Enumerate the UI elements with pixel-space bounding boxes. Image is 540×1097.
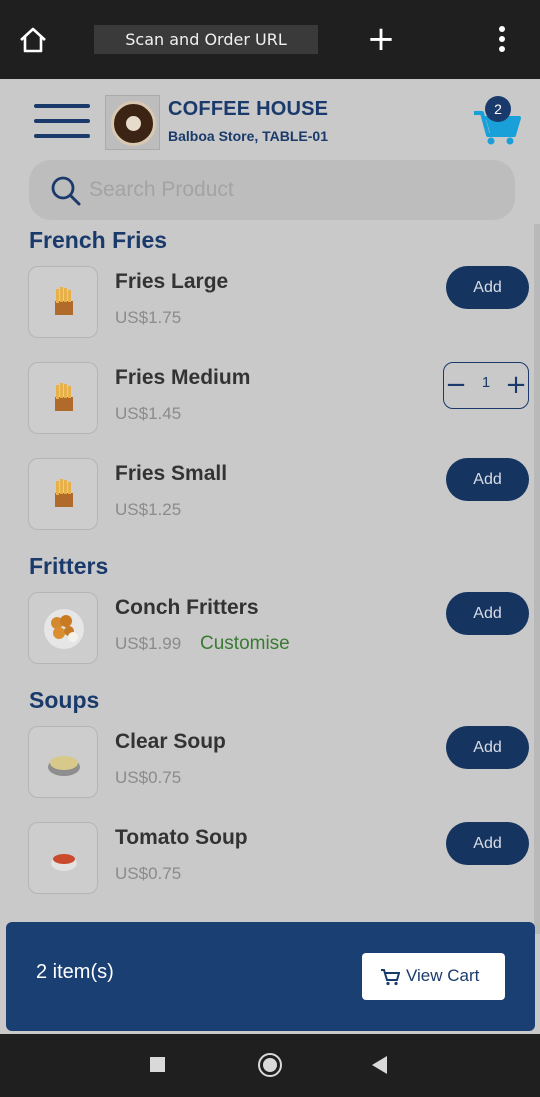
home-circle-icon[interactable] (258, 1053, 282, 1077)
soup-image (28, 822, 98, 894)
customise-link[interactable]: Customise (200, 633, 290, 655)
new-tab-plus-icon[interactable]: + (366, 22, 396, 56)
fries-image (28, 266, 98, 338)
item-price: US$1.25 (115, 500, 182, 519)
fritters-image (28, 592, 98, 664)
item-price: US$0.75 (115, 768, 182, 787)
soup-image (28, 726, 98, 798)
cart-item-count: 2 item(s) (36, 961, 114, 983)
search-input[interactable] (89, 172, 489, 208)
search-bar (29, 160, 515, 220)
item-name: Conch Fritters (115, 596, 259, 619)
item-price: US$1.99 (115, 634, 182, 653)
add-button[interactable]: Add (446, 592, 529, 635)
store-logo (105, 95, 160, 150)
recents-square-icon[interactable] (150, 1057, 165, 1072)
item-name: Fries Small (115, 462, 228, 485)
list-item[interactable]: Fries Large US$1.75 Add (28, 266, 533, 340)
list-item[interactable]: Tomato Soup US$0.75 Add (28, 822, 533, 896)
list-item[interactable]: Conch Fritters US$1.99 Customise Add (28, 592, 533, 666)
url-title[interactable]: Scan and Order URL (94, 25, 318, 54)
browser-top-bar: Scan and Order URL + (0, 0, 540, 79)
search-icon (51, 176, 81, 206)
item-name: Fries Medium (115, 366, 251, 389)
quantity-stepper: − 1 + (443, 362, 529, 409)
category-soups: Soups (29, 687, 100, 713)
add-button[interactable]: Add (446, 822, 529, 865)
store-table-label: Balboa Store, TABLE-01 (168, 128, 328, 144)
item-price: US$1.75 (115, 308, 182, 327)
add-button[interactable]: Add (446, 266, 529, 309)
fries-image (28, 362, 98, 434)
view-cart-label: View Cart (406, 966, 480, 985)
increment-button[interactable]: + (504, 368, 528, 402)
decrement-button[interactable]: − (444, 368, 468, 402)
item-name: Fries Large (115, 270, 229, 293)
item-name: Clear Soup (115, 730, 226, 753)
fries-image (28, 458, 98, 530)
category-french-fries: French Fries (29, 227, 168, 253)
list-item[interactable]: Fries Medium US$1.45 − 1 + (28, 362, 533, 436)
hamburger-icon[interactable] (34, 104, 90, 138)
item-price: US$0.75 (115, 864, 182, 883)
cart-summary-bar: 2 item(s) View Cart (6, 922, 535, 1031)
list-item[interactable]: Fries Small US$1.25 Add (28, 458, 533, 532)
brand-title: COFFEE HOUSE (168, 98, 329, 120)
home-icon[interactable] (18, 26, 48, 54)
quantity-value: 1 (481, 374, 491, 391)
cart-count-badge: 2 (485, 96, 511, 122)
scrollbar[interactable] (534, 224, 540, 934)
system-nav-bar (0, 1034, 540, 1097)
item-name: Tomato Soup (115, 826, 248, 849)
item-price: US$1.45 (115, 404, 182, 423)
add-button[interactable]: Add (446, 458, 529, 501)
app-screen: COFFEE HOUSE Balboa Store, TABLE-01 2 Fr… (0, 79, 540, 1034)
cart-icon (381, 969, 400, 986)
add-button[interactable]: Add (446, 726, 529, 769)
back-triangle-icon[interactable] (372, 1056, 387, 1074)
category-fritters: Fritters (29, 553, 109, 579)
view-cart-button[interactable]: View Cart (362, 953, 505, 1000)
more-vert-icon[interactable] (492, 26, 512, 54)
list-item[interactable]: Clear Soup US$0.75 Add (28, 726, 533, 800)
